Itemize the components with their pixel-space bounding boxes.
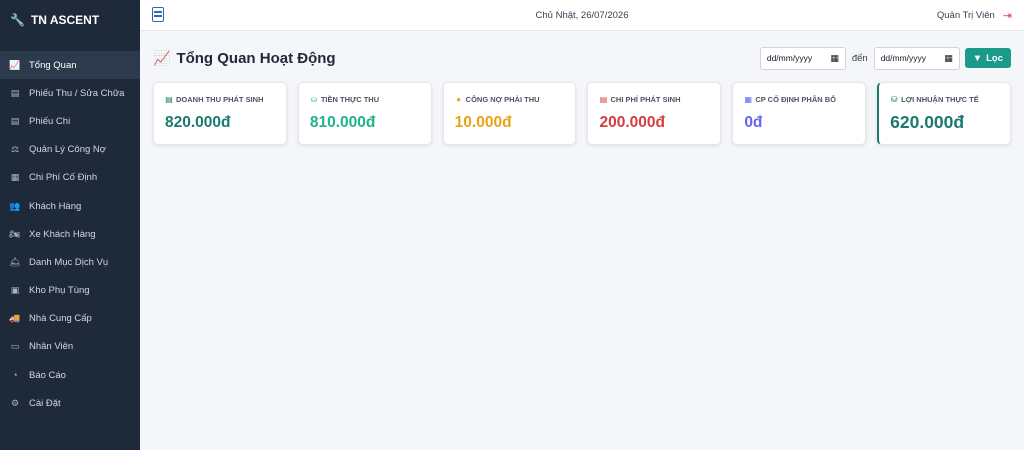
sidebar-item-label: Chi Phí Cố Định xyxy=(29,172,98,184)
filter-button-label: Lọc xyxy=(986,52,1003,64)
sidebar-item-label: Xe Khách Hàng xyxy=(29,228,96,240)
stat-cards: ▤ DOANH THU PHÁT SINH 820.000đ ⛀ TIỀN THỰC T… xyxy=(153,82,1011,145)
title-row: 📈 Tổng Quan Hoạt Động dd/mm/yyyy ▦ đến d… xyxy=(153,45,1011,71)
sidebar-item-label: Cài Đặt xyxy=(29,397,61,409)
sidebar-item[interactable]: ◔ Báo Cáo xyxy=(0,361,140,389)
sidebar-item[interactable]: ▦ Chi Phí Cố Định xyxy=(0,164,140,192)
sidebar-item[interactable]: 🛎 Danh Mục Dịch Vụ xyxy=(0,248,140,276)
sidebar-item-label: Nhân Viên xyxy=(29,341,74,353)
sidebar-item-label: Kho Phụ Tùng xyxy=(29,285,90,297)
stat-card-label: ⛀ TIỀN THỰC THU xyxy=(310,95,420,104)
sidebar-item[interactable]: 👥 Khách Hàng xyxy=(0,192,140,220)
stat-card-value: 200.000đ xyxy=(599,114,665,131)
current-date: Chủ Nhật, 26/07/2026 xyxy=(535,9,629,21)
sidebar-item-label: Tổng Quan xyxy=(29,59,77,71)
sidebar-item[interactable]: 📈 Tổng Quan xyxy=(0,51,140,80)
sidebar-item[interactable]: ⚖ Quản Lý Công Nợ xyxy=(0,136,140,164)
date-filter: dd/mm/yyyy ▦ đến dd/mm/yyyy ▦ ▼ Lọc xyxy=(759,46,1011,70)
sidebar-item-label: Danh Mục Dịch Vụ xyxy=(29,256,109,268)
warning-circle-icon: ● xyxy=(456,95,462,104)
truck-icon: 🚚 xyxy=(9,313,21,324)
sidebar-item[interactable]: 🏍 Xe Khách Hàng xyxy=(0,220,140,248)
calendar-check-icon: ▦ xyxy=(744,95,753,104)
filter-button[interactable]: ▼ Lọc xyxy=(964,48,1011,68)
stat-card-label: ▤ CHI PHÍ PHÁT SINH xyxy=(599,95,709,104)
pie-chart-icon: ◔ xyxy=(12,370,18,381)
calendar-icon[interactable]: ▦ xyxy=(944,53,953,64)
stat-card-title: CHI PHÍ PHÁT SINH xyxy=(610,95,681,104)
to-date-input[interactable]: dd/mm/yyyy ▦ xyxy=(873,46,960,70)
date-separator: đến xyxy=(851,52,868,64)
scale-icon: ⚖ xyxy=(10,144,20,155)
stat-card-title: TIỀN THỰC THU xyxy=(320,95,380,104)
page-title-text: Tổng Quan Hoạt Động xyxy=(176,49,336,67)
line-chart-icon: 📈 xyxy=(153,49,171,66)
service-bell-icon: 🛎 xyxy=(9,256,21,267)
stat-card-title: CÔNG NỢ PHẢI THU xyxy=(465,95,540,104)
calendar-icon: ▦ xyxy=(10,172,20,183)
id-card-icon: ▭ xyxy=(10,341,20,352)
main-content: 📈 Tổng Quan Hoạt Động dd/mm/yyyy ▦ đến d… xyxy=(140,31,1024,450)
receipt-red-icon: ▤ xyxy=(599,95,608,104)
stat-card-label: ▦ CP CỐ ĐỊNH PHÂN BỔ xyxy=(744,95,854,104)
to-date-placeholder: dd/mm/yyyy xyxy=(880,53,927,63)
stat-card-title: CP CỐ ĐỊNH PHÂN BỔ xyxy=(755,95,837,104)
document-icon: ▤ xyxy=(10,115,20,126)
sidebar-item-label: Quản Lý Công Nợ xyxy=(29,144,106,156)
stat-card: ● CÔNG NỢ PHẢI THU 10.000đ xyxy=(442,82,577,145)
sign-out-icon[interactable]: ⇥ xyxy=(1003,9,1012,22)
stat-card-value: 10.000đ xyxy=(454,114,512,131)
stat-card-value: 620.000đ xyxy=(890,112,965,132)
stat-card-title: LỢI NHUẬN THỰC TẾ xyxy=(901,95,979,104)
stat-card-title: DOANH THU PHÁT SINH xyxy=(176,95,264,104)
wrench-icon: 🔧 xyxy=(10,13,25,27)
sidebar-menu: 📈 Tổng Quan ▤ Phiếu Thu / Sửa Chữa ▤ Phiếu Ch… xyxy=(0,51,140,417)
line-chart-icon: 📈 xyxy=(9,59,21,70)
page-title: 📈 Tổng Quan Hoạt Động xyxy=(153,50,336,67)
stat-card: ⛁ LỢI NHUẬN THỰC TẾ 620.000đ xyxy=(877,82,1011,145)
sidebar: 🔧 TN ASCENT 📈 Tổng Quan ▤ Phiếu Thu / Sửa C… xyxy=(0,0,140,450)
stat-card: ▤ DOANH THU PHÁT SINH 820.000đ xyxy=(153,82,287,145)
money-bag-icon: ⛁ xyxy=(890,95,898,104)
hand-money-icon: ⛀ xyxy=(310,95,318,104)
users-icon: 👥 xyxy=(9,200,21,211)
stat-card-value: 0đ xyxy=(744,114,763,131)
sidebar-item[interactable]: ▤ Phiếu Thu / Sửa Chữa xyxy=(0,79,140,107)
filter-icon: ▼ xyxy=(972,52,983,64)
from-date-input[interactable]: dd/mm/yyyy ▦ xyxy=(759,46,846,70)
boxes-icon: ▣ xyxy=(10,285,20,296)
sidebar-item-label: Nhà Cung Cấp xyxy=(29,313,92,325)
sidebar-item[interactable]: ▣ Kho Phụ Tùng xyxy=(0,277,140,305)
calendar-icon[interactable]: ▦ xyxy=(830,53,839,64)
stat-card-value: 820.000đ xyxy=(165,114,231,131)
sidebar-item[interactable]: ⚙ Cài Đặt xyxy=(0,389,140,417)
brand-name: TN ASCENT xyxy=(30,13,100,27)
gear-icon: ⚙ xyxy=(10,397,20,408)
stat-card: ⛀ TIỀN THỰC THU 810.000đ xyxy=(297,82,432,145)
stat-card-label: ● CÔNG NỢ PHẢI THU xyxy=(455,95,565,104)
stat-card-label: ⛁ LỢI NHUẬN THỰC TẾ xyxy=(890,95,999,104)
brand-logo[interactable]: 🔧 TN ASCENT xyxy=(0,0,140,40)
stat-card-value: 810.000đ xyxy=(309,114,376,131)
sidebar-item-label: Khách Hàng xyxy=(29,200,82,212)
from-date-placeholder: dd/mm/yyyy xyxy=(766,53,813,63)
stat-card-label: ▤ DOANH THU PHÁT SINH xyxy=(165,95,275,104)
sidebar-item[interactable]: ▭ Nhân Viên xyxy=(0,333,140,361)
user-name: Quản Trị Viên xyxy=(936,10,995,21)
receipt-icon: ▤ xyxy=(10,87,20,98)
stat-card: ▦ CP CỐ ĐỊNH PHÂN BỔ 0đ xyxy=(732,82,867,145)
stat-card: ▤ CHI PHÍ PHÁT SINH 200.000đ xyxy=(587,82,722,145)
topbar: Chủ Nhật, 26/07/2026 Quản Trị Viên ⇥ xyxy=(140,0,1024,31)
sidebar-item-label: Phiếu Chi xyxy=(29,115,71,127)
sidebar-item-label: Báo Cáo xyxy=(29,369,66,381)
sidebar-item-label: Phiếu Thu / Sửa Chữa xyxy=(29,87,125,99)
file-invoice-icon: ▤ xyxy=(165,95,173,104)
sidebar-item[interactable]: 🚚 Nhà Cung Cấp xyxy=(0,305,140,333)
user-menu[interactable]: Quản Trị Viên ⇥ xyxy=(937,9,1012,22)
sidebar-item[interactable]: ▤ Phiếu Chi xyxy=(0,107,140,135)
motorcycle-icon: 🏍 xyxy=(9,228,21,239)
